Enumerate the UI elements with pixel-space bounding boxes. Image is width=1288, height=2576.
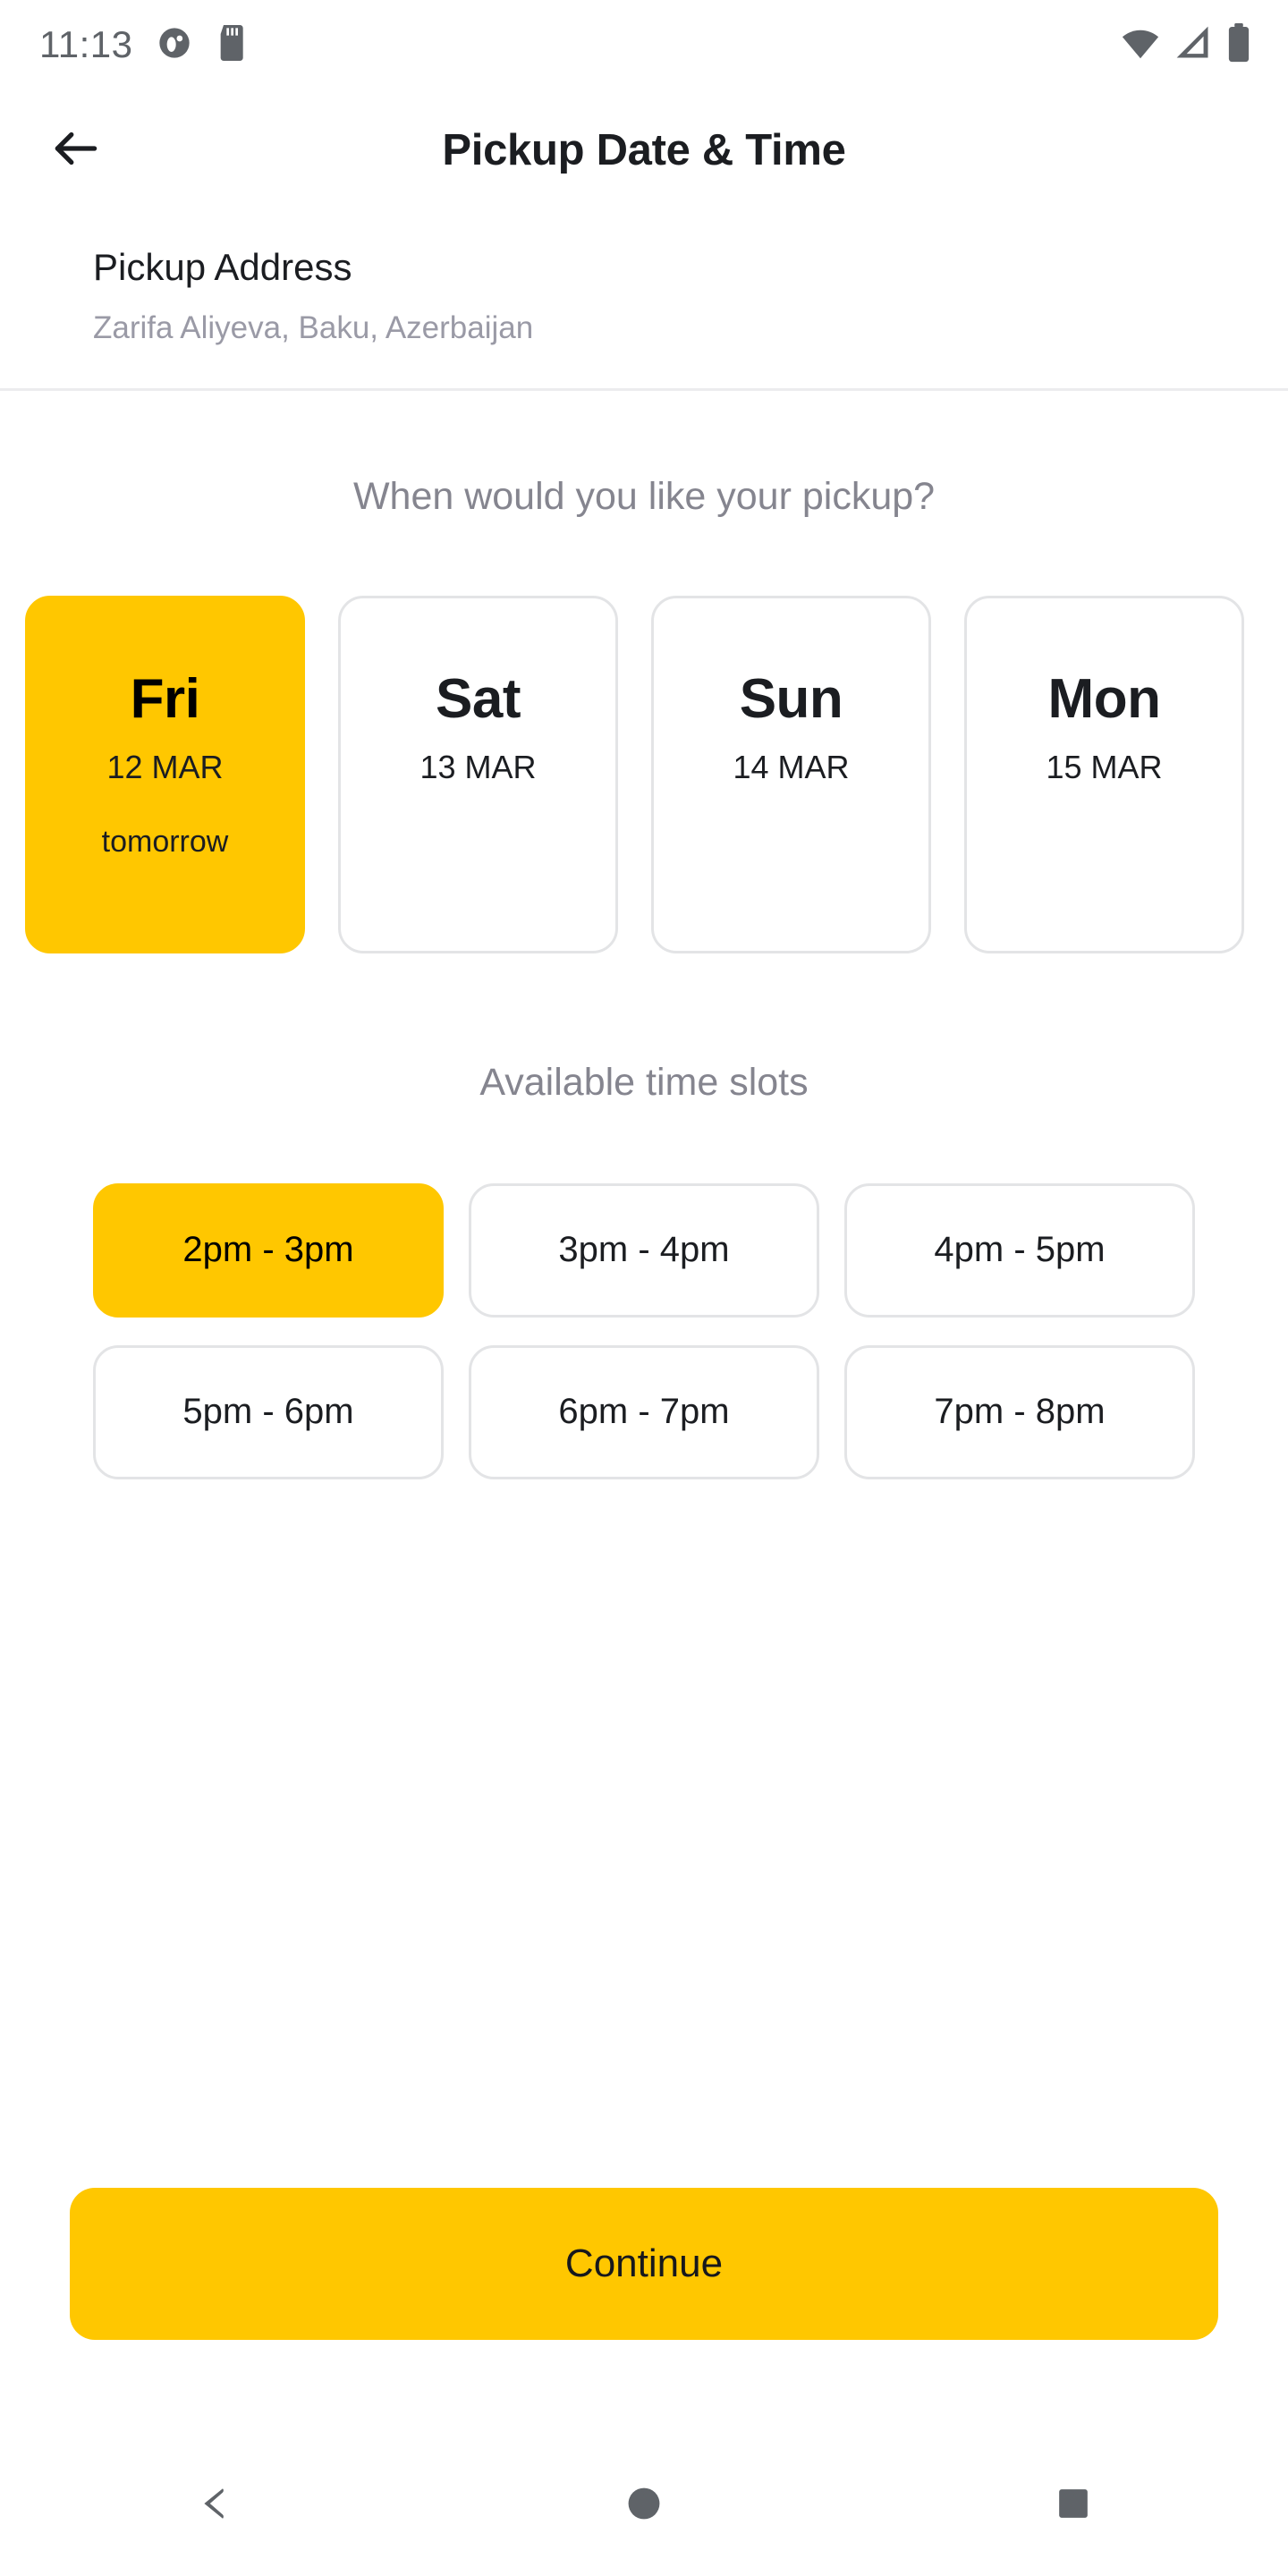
status-bar: 11:13 (0, 0, 1288, 89)
time-slot-5pm-6pm[interactable]: 5pm - 6pm (93, 1344, 444, 1479)
triangle-back-icon (193, 2482, 236, 2528)
available-time-slots-heading: Available time slots (479, 1060, 809, 1104)
date-card-day: Sun (739, 667, 843, 730)
pickup-address-value: Zarifa Aliyeva, Baku, Azerbaijan (93, 310, 534, 346)
status-clock: 11:13 (39, 23, 133, 65)
app-bar: Pickup Date & Time (0, 89, 1288, 210)
nav-back-button[interactable] (143, 2433, 286, 2576)
status-bar-right (1120, 22, 1252, 68)
date-card-date: 13 MAR (419, 748, 537, 785)
android-nav-bar (0, 2433, 1288, 2576)
date-card-relative: tomorrow (101, 824, 229, 859)
continue-button[interactable]: Continue (70, 2188, 1218, 2340)
status-bar-left: 11:13 (39, 23, 250, 65)
square-recents-icon (1055, 2486, 1091, 2524)
pickup-date-time-screen: 11:13 Pickup Date & Time Pickup Address … (0, 0, 1288, 2576)
sd-card-icon (216, 24, 250, 65)
continue-button-container: Continue (0, 2188, 1288, 2340)
nav-recents-button[interactable] (1002, 2433, 1145, 2576)
pickup-address-label: Pickup Address (93, 246, 352, 288)
time-slot-2pm-3pm[interactable]: 2pm - 3pm (93, 1182, 444, 1318)
pickup-address-section: Pickup Address Zarifa Aliyeva, Baku, Aze… (0, 210, 1288, 388)
pickup-prompt: When would you like your pickup? (352, 474, 936, 518)
flex-spacer (0, 1479, 1288, 2188)
date-card-mon[interactable]: Mon 15 MAR (964, 595, 1244, 953)
section-divider (0, 387, 1288, 391)
date-card-sat[interactable]: Sat 13 MAR (338, 595, 618, 953)
date-card-date: 12 MAR (106, 748, 224, 785)
date-card-fri[interactable]: Fri 12 MAR tomorrow (25, 595, 305, 953)
date-card-sun[interactable]: Sun 14 MAR (651, 595, 931, 953)
date-card-date: 14 MAR (733, 748, 850, 785)
time-slot-7pm-8pm[interactable]: 7pm - 8pm (844, 1344, 1195, 1479)
page-title: Pickup Date & Time (442, 125, 846, 174)
date-card-strip[interactable]: Fri 12 MAR tomorrow Sat 13 MAR Sun 14 MA… (0, 595, 1288, 953)
back-button[interactable] (36, 110, 116, 191)
time-slot-4pm-5pm[interactable]: 4pm - 5pm (844, 1182, 1195, 1318)
app-notification-icon (157, 25, 192, 65)
date-card-day: Fri (130, 667, 200, 730)
circle-home-icon (624, 2484, 664, 2526)
nav-home-button[interactable] (572, 2433, 716, 2576)
time-slot-6pm-7pm[interactable]: 6pm - 7pm (469, 1344, 819, 1479)
battery-icon (1225, 22, 1252, 68)
time-slot-3pm-4pm[interactable]: 3pm - 4pm (469, 1182, 819, 1318)
cellular-signal-icon (1174, 23, 1213, 67)
date-card-day: Mon (1047, 667, 1161, 730)
wifi-icon (1120, 22, 1161, 68)
date-card-date: 15 MAR (1046, 748, 1163, 785)
date-card-day: Sat (436, 667, 521, 730)
time-slot-grid: 2pm - 3pm 3pm - 4pm 4pm - 5pm 5pm - 6pm … (0, 1182, 1288, 1479)
arrow-left-icon (48, 121, 104, 179)
